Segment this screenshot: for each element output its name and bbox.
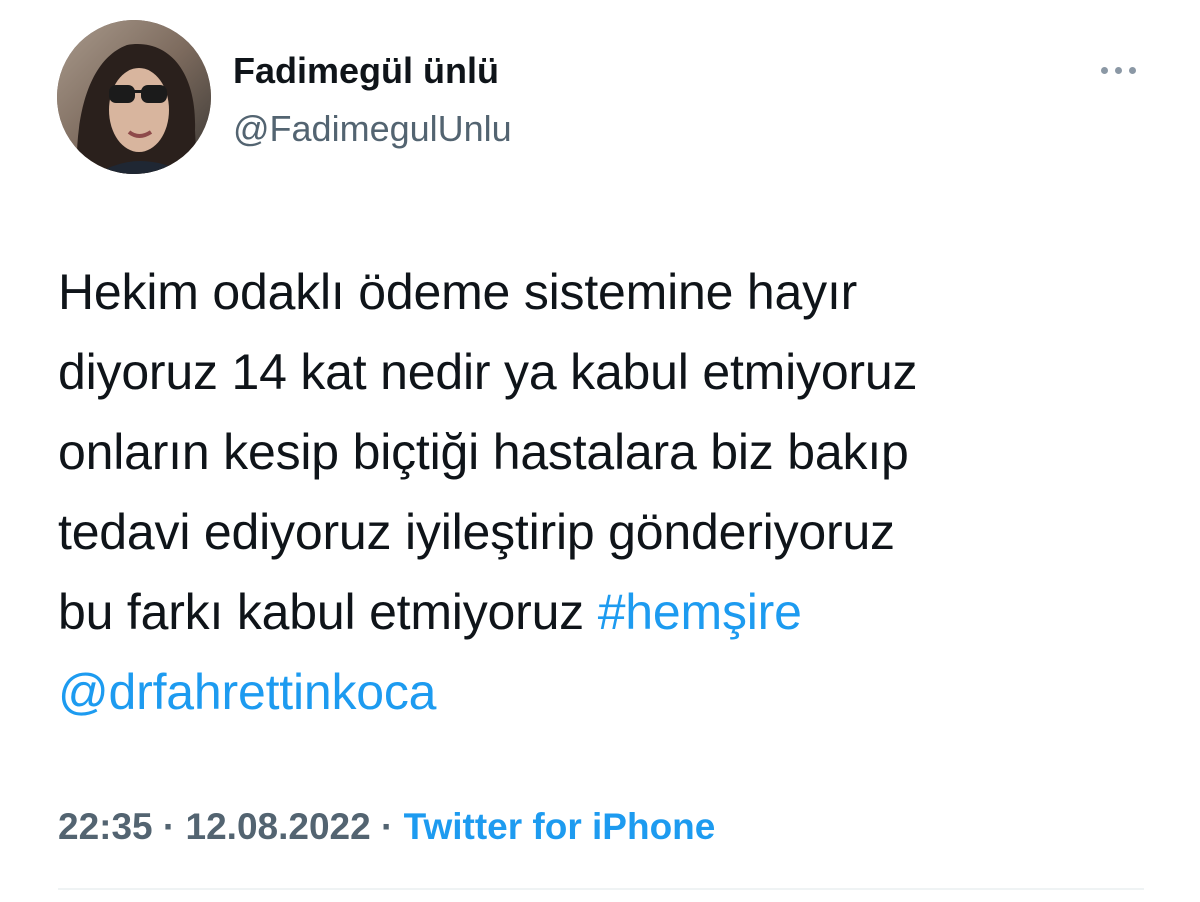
tweet-text-line: onların kesip biçtiği hastalara biz bakı… — [58, 424, 909, 480]
tweet-text-line: diyoruz 14 kat nedir ya kabul etmiyoruz — [58, 344, 918, 400]
tweet-text-line: tedavi ediyoruz iyileştirip gönderiyoruz — [58, 504, 895, 560]
hashtag-link[interactable]: #hemşire — [598, 584, 802, 640]
tweet-text: Hekim odaklı ödeme sistemine hayır diyor… — [58, 252, 1168, 732]
avatar-photo — [57, 20, 211, 174]
tweet-text-line: Hekim odaklı ödeme sistemine hayır — [58, 264, 858, 320]
avatar[interactable] — [57, 20, 211, 174]
tweet-text-segment: bu farkı kabul etmiyoruz — [58, 584, 598, 640]
author-name[interactable]: Fadimegül ünlü — [233, 50, 499, 92]
more-horizontal-icon — [1128, 66, 1136, 74]
tweet-time[interactable]: 22:35 — [58, 806, 153, 847]
tweet-date[interactable]: 12.08.2022 — [186, 806, 371, 847]
mention-link[interactable]: @drfahrettinkoca — [58, 664, 436, 720]
divider — [58, 888, 1144, 890]
meta-separator: · — [152, 806, 186, 847]
tweet-meta: 22:35 · 12.08.2022 · Twitter for iPhone — [58, 806, 715, 848]
tweet-text-line: @drfahrettinkoca — [58, 652, 1168, 732]
tweet-source-link[interactable]: Twitter for iPhone — [404, 806, 716, 847]
more-options-button[interactable] — [1092, 52, 1144, 88]
more-horizontal-icon — [1114, 66, 1122, 74]
more-horizontal-icon — [1100, 66, 1108, 74]
meta-separator: · — [370, 806, 404, 847]
tweet-card: Fadimegül ünlü @FadimegulUnlu Hekim odak… — [0, 0, 1200, 902]
author-handle[interactable]: @FadimegulUnlu — [233, 108, 512, 150]
tweet-text-line: bu farkı kabul etmiyoruz #hemşire — [58, 572, 1168, 652]
